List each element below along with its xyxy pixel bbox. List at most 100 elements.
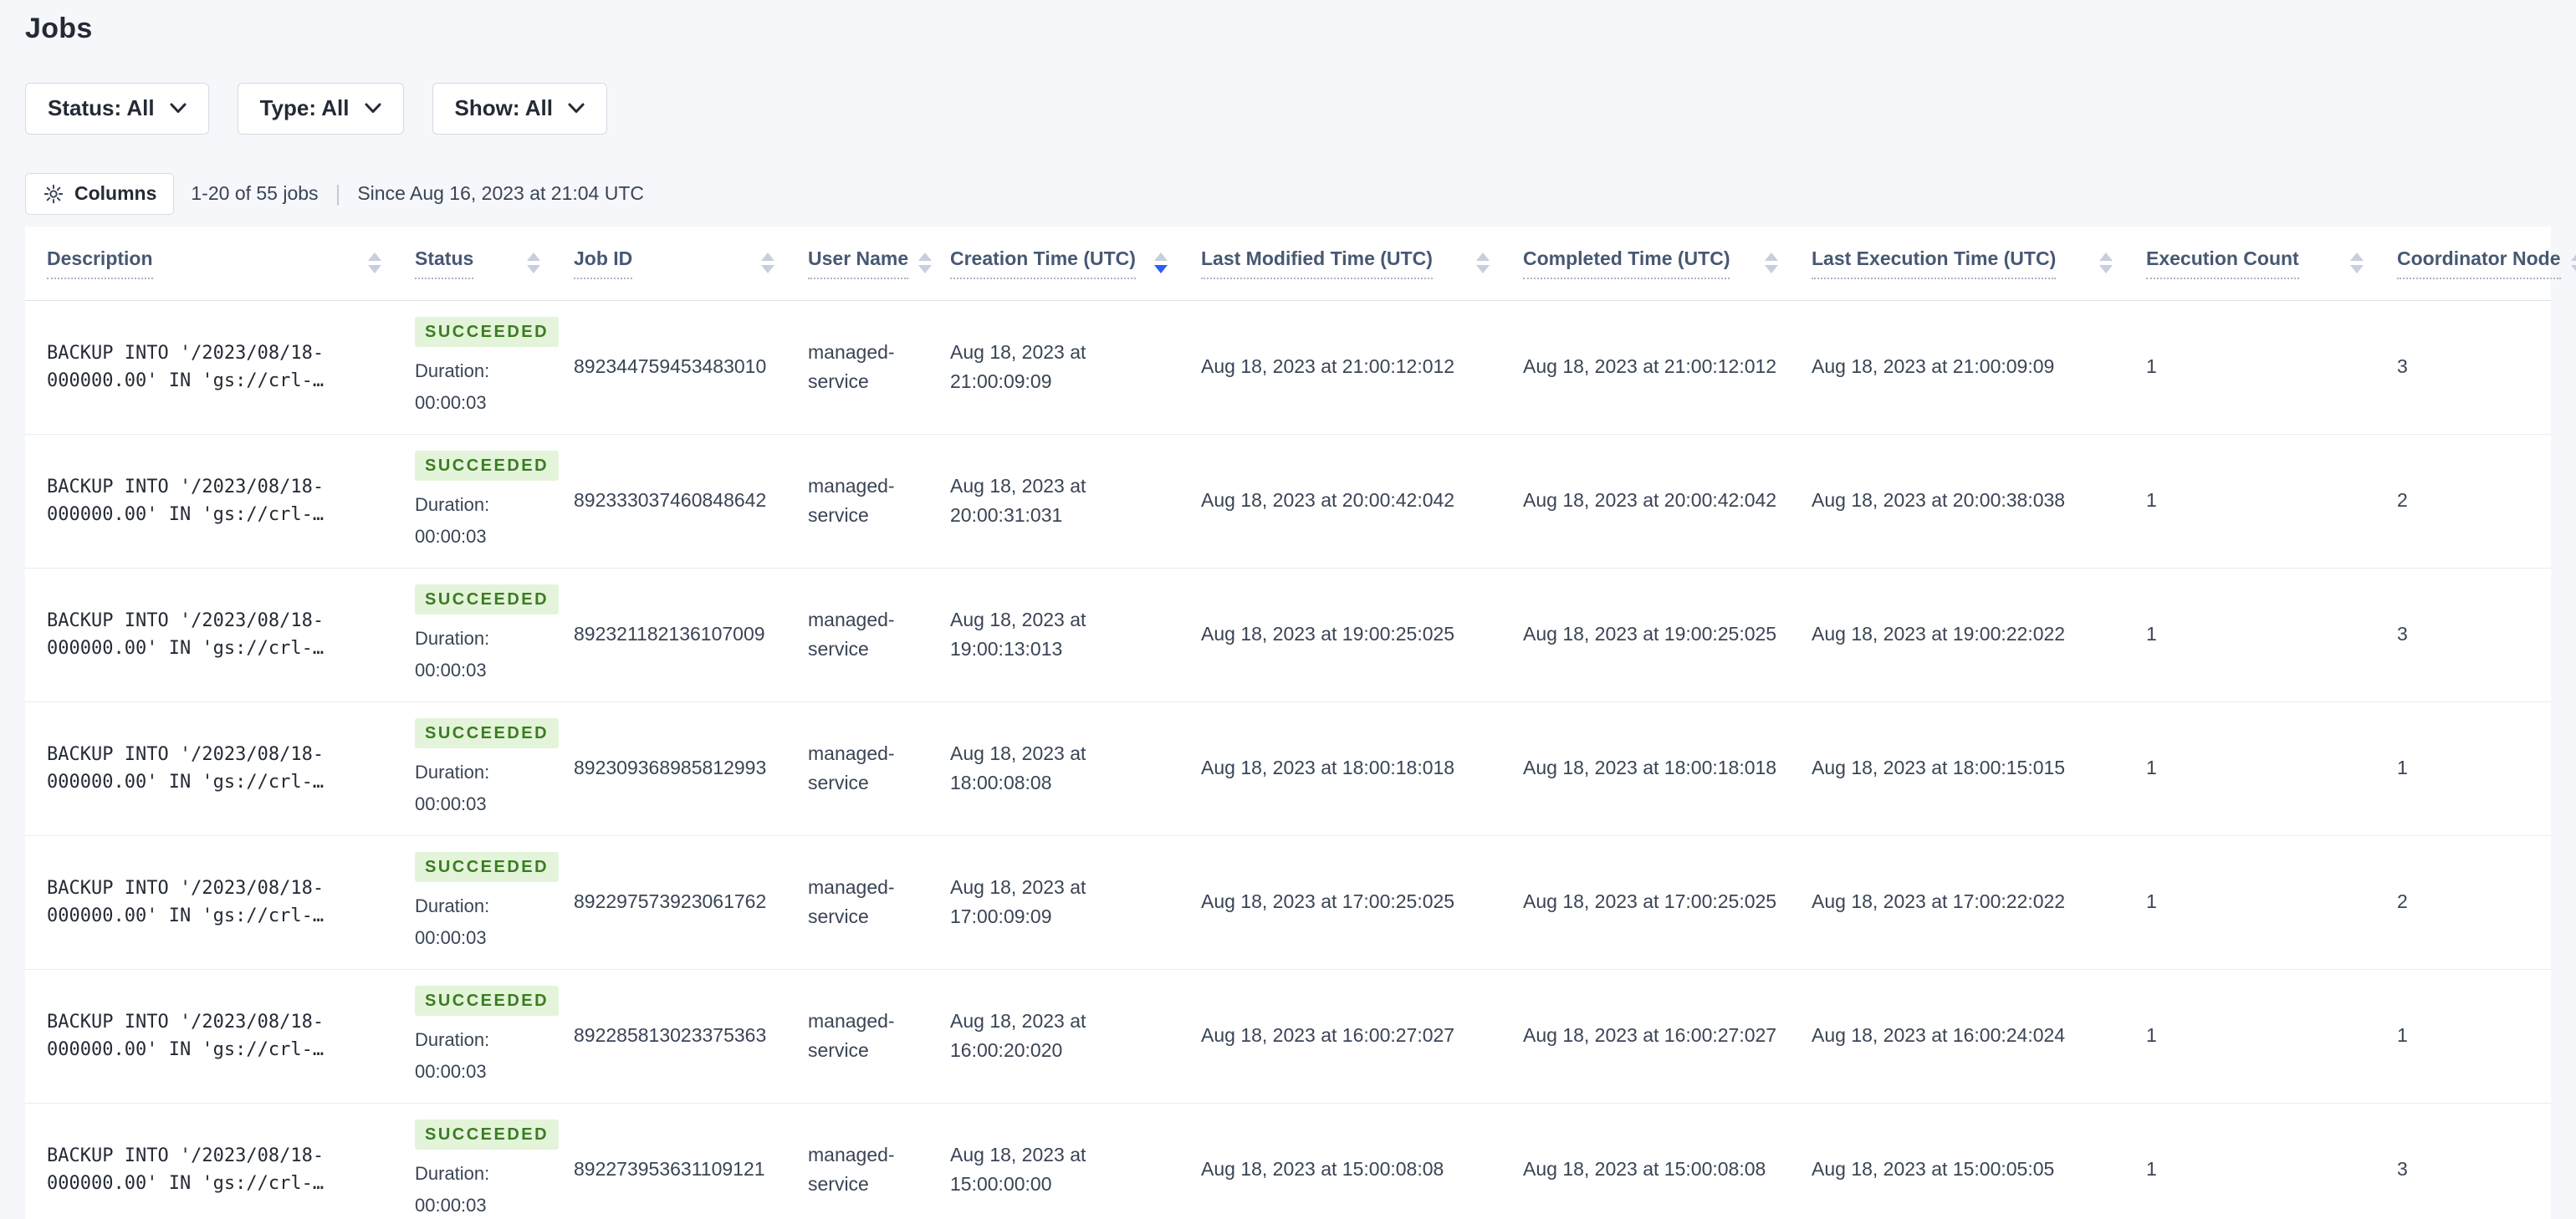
job-id-cell: 892273953631109121 bbox=[574, 1158, 765, 1181]
coordinator-node-cell: 1 bbox=[2397, 1024, 2408, 1047]
job-description-link[interactable]: BACKUP INTO '/2023/08/18- 000000.00' IN '… bbox=[47, 607, 381, 662]
table-row: BACKUP INTO '/2023/08/18- 000000.00' IN '… bbox=[25, 835, 2551, 970]
creation-time-cell: Aug 18, 2023 at 21:00:09:09 bbox=[950, 340, 1086, 393]
table-row: BACKUP INTO '/2023/08/18- 000000.00' IN '… bbox=[25, 568, 2551, 702]
execution-count-cell: 1 bbox=[2146, 1024, 2157, 1047]
sort-arrows-icon[interactable] bbox=[1154, 252, 1168, 274]
execution-count-cell: 1 bbox=[2146, 623, 2157, 645]
status-badge: SUCCEEDED bbox=[415, 1120, 560, 1150]
description-line: BACKUP INTO '/2023/08/18- bbox=[47, 878, 325, 900]
status-badge: SUCCEEDED bbox=[415, 451, 560, 482]
last-execution-time-cell: Aug 18, 2023 at 20:00:38:038 bbox=[1812, 489, 2066, 512]
description-line: 000000.00' IN 'gs://crl-… bbox=[47, 504, 325, 526]
status-cell: SUCCEEDED Duration: 00:00:03 bbox=[415, 1119, 574, 1219]
column-header-completed-time-utc[interactable]: Completed Time (UTC) bbox=[1523, 247, 1812, 279]
description-line: 000000.00' IN 'gs://crl-… bbox=[47, 638, 325, 660]
status-badge: SUCCEEDED bbox=[415, 584, 560, 615]
columns-button[interactable]: Columns bbox=[25, 172, 175, 215]
creation-time-cell: Aug 18, 2023 at 16:00:20:020 bbox=[950, 1009, 1086, 1062]
sort-arrows-icon[interactable] bbox=[368, 252, 381, 274]
duration-label: Duration: bbox=[415, 895, 490, 917]
duration-label: Duration: bbox=[415, 1029, 490, 1051]
execution-count-cell: 1 bbox=[2146, 757, 2157, 779]
show-filter-dropdown[interactable]: Show: All bbox=[432, 82, 607, 135]
description-line: BACKUP INTO '/2023/08/18- bbox=[47, 744, 325, 766]
description-cell: BACKUP INTO '/2023/08/18- 000000.00' IN '… bbox=[47, 1008, 415, 1063]
description-cell: BACKUP INTO '/2023/08/18- 000000.00' IN '… bbox=[47, 875, 415, 930]
last-modified-time-cell: Aug 18, 2023 at 18:00:18:018 bbox=[1201, 757, 1455, 779]
last-execution-time-cell: Aug 18, 2023 at 17:00:22:022 bbox=[1812, 890, 2066, 913]
duration-value: 00:00:03 bbox=[415, 1060, 487, 1082]
column-header-label: Status bbox=[415, 247, 474, 279]
last-modified-time-cell: Aug 18, 2023 at 21:00:12:012 bbox=[1201, 355, 1455, 378]
column-header-status[interactable]: Status bbox=[415, 247, 574, 279]
sort-arrows-icon[interactable] bbox=[761, 252, 774, 274]
coordinator-node-cell: 3 bbox=[2397, 355, 2408, 378]
job-description-link[interactable]: BACKUP INTO '/2023/08/18- 000000.00' IN '… bbox=[47, 473, 381, 528]
status-filter-dropdown[interactable]: Status: All bbox=[25, 82, 209, 135]
table-body: BACKUP INTO '/2023/08/18- 000000.00' IN '… bbox=[25, 300, 2551, 1219]
description-line: BACKUP INTO '/2023/08/18- bbox=[47, 1145, 325, 1167]
sort-arrows-icon[interactable] bbox=[1765, 252, 1778, 274]
type-filter-label: Type: All bbox=[259, 95, 350, 121]
coordinator-node-cell: 3 bbox=[2397, 623, 2408, 645]
type-filter-dropdown[interactable]: Type: All bbox=[237, 82, 404, 135]
user-name-cell: managed-service bbox=[808, 608, 895, 661]
table-row: BACKUP INTO '/2023/08/18- 000000.00' IN '… bbox=[25, 1103, 2551, 1219]
sort-arrows-icon[interactable] bbox=[1476, 252, 1490, 274]
creation-time-cell: Aug 18, 2023 at 15:00:00:00 bbox=[950, 1143, 1086, 1196]
creation-time-cell: Aug 18, 2023 at 18:00:08:08 bbox=[950, 742, 1086, 794]
job-id-cell: 892297573923061762 bbox=[574, 890, 767, 913]
gear-icon bbox=[43, 184, 64, 204]
column-header-last-execution-time-utc[interactable]: Last Execution Time (UTC) bbox=[1812, 247, 2146, 279]
duration-value: 00:00:03 bbox=[415, 1194, 487, 1216]
completed-time-cell: Aug 18, 2023 at 16:00:27:027 bbox=[1523, 1024, 1777, 1047]
columns-button-label: Columns bbox=[74, 182, 157, 205]
table-row: BACKUP INTO '/2023/08/18- 000000.00' IN '… bbox=[25, 300, 2551, 435]
last-modified-time-cell: Aug 18, 2023 at 17:00:25:025 bbox=[1201, 890, 1455, 913]
last-execution-time-cell: Aug 18, 2023 at 16:00:24:024 bbox=[1812, 1024, 2066, 1047]
creation-time-cell: Aug 18, 2023 at 19:00:13:013 bbox=[950, 608, 1086, 661]
column-header-creation-time-utc[interactable]: Creation Time (UTC) bbox=[950, 247, 1201, 279]
table-header-row: Description Status Job ID User Name Creation… bbox=[25, 227, 2576, 301]
table-row: BACKUP INTO '/2023/08/18- 000000.00' IN '… bbox=[25, 969, 2551, 1104]
column-header-job-id[interactable]: Job ID bbox=[574, 247, 808, 279]
description-cell: BACKUP INTO '/2023/08/18- 000000.00' IN '… bbox=[47, 339, 415, 395]
description-cell: BACKUP INTO '/2023/08/18- 000000.00' IN '… bbox=[47, 741, 415, 796]
status-cell: SUCCEEDED Duration: 00:00:03 bbox=[415, 985, 574, 1087]
column-header-last-modified-time-utc[interactable]: Last Modified Time (UTC) bbox=[1201, 247, 1523, 279]
coordinator-node-cell: 1 bbox=[2397, 757, 2408, 779]
sort-arrows-icon[interactable] bbox=[2099, 252, 2113, 274]
sort-arrows-icon[interactable] bbox=[2350, 252, 2364, 274]
job-description-link[interactable]: BACKUP INTO '/2023/08/18- 000000.00' IN '… bbox=[47, 339, 381, 395]
job-id-cell: 892333037460848642 bbox=[574, 489, 767, 512]
coordinator-node-cell: 3 bbox=[2397, 1158, 2408, 1181]
job-description-link[interactable]: BACKUP INTO '/2023/08/18- 000000.00' IN '… bbox=[47, 875, 381, 930]
sort-arrows-icon[interactable] bbox=[527, 252, 540, 274]
job-description-link[interactable]: BACKUP INTO '/2023/08/18- 000000.00' IN '… bbox=[47, 1142, 381, 1197]
sort-arrows-icon[interactable] bbox=[918, 252, 933, 274]
execution-count-cell: 1 bbox=[2146, 355, 2157, 378]
column-header-label: User Name bbox=[808, 247, 909, 279]
job-description-link[interactable]: BACKUP INTO '/2023/08/18- 000000.00' IN '… bbox=[47, 741, 381, 796]
column-header-description[interactable]: Description bbox=[47, 247, 415, 279]
last-execution-time-cell: Aug 18, 2023 at 19:00:22:022 bbox=[1812, 623, 2066, 645]
job-id-cell: 892309368985812993 bbox=[574, 757, 767, 779]
column-header-user-name[interactable]: User Name bbox=[808, 247, 950, 279]
creation-time-cell: Aug 18, 2023 at 17:00:09:09 bbox=[950, 875, 1086, 928]
completed-time-cell: Aug 18, 2023 at 20:00:42:042 bbox=[1523, 489, 1777, 512]
column-header-coordinator-node[interactable]: Coordinator Node bbox=[2397, 247, 2576, 279]
table-row: BACKUP INTO '/2023/08/18- 000000.00' IN '… bbox=[25, 701, 2551, 836]
description-line: 000000.00' IN 'gs://crl-… bbox=[47, 1173, 325, 1195]
sort-arrows-icon[interactable] bbox=[2570, 252, 2576, 274]
jobs-table: Description Status Job ID User Name Creation… bbox=[25, 226, 2576, 1219]
chevron-down-icon bbox=[365, 103, 381, 114]
toolbar: Columns 1-20 of 55 jobs | Since Aug 16, … bbox=[25, 172, 2551, 215]
toolbar-separator: | bbox=[335, 181, 341, 207]
job-description-link[interactable]: BACKUP INTO '/2023/08/18- 000000.00' IN '… bbox=[47, 1008, 381, 1063]
column-header-label: Coordinator Node bbox=[2397, 247, 2561, 279]
completed-time-cell: Aug 18, 2023 at 17:00:25:025 bbox=[1523, 890, 1777, 913]
status-filter-label: Status: All bbox=[48, 95, 155, 121]
description-cell: BACKUP INTO '/2023/08/18- 000000.00' IN '… bbox=[47, 473, 415, 528]
column-header-execution-count[interactable]: Execution Count bbox=[2146, 247, 2397, 279]
